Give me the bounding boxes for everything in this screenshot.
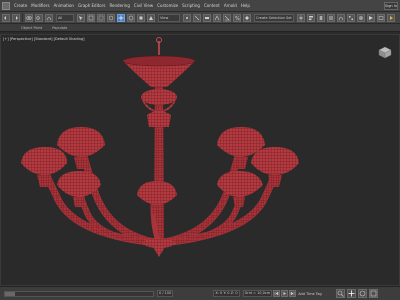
column-collar <box>147 111 171 127</box>
schematic-view-icon[interactable] <box>347 13 355 22</box>
selection-filter-dropdown[interactable]: All <box>56 13 74 22</box>
status-bar: 0 / 100 X: 0 Y: 0 Z: 0 Grid = 10,0cm Add… <box>0 286 400 300</box>
bottom-finial <box>153 247 165 257</box>
scale-tool-icon[interactable] <box>137 13 145 22</box>
snap-toggle-icon[interactable] <box>213 13 221 22</box>
top-funnel-rim <box>122 55 196 67</box>
pan-icon[interactable] <box>346 289 356 298</box>
ribbon-subtabs: Object Paint Populate <box>0 24 400 32</box>
time-slider-track[interactable] <box>4 290 154 297</box>
menu-item-customize[interactable]: Customize <box>155 3 180 8</box>
sign-in-button[interactable]: Sign In <box>384 2 398 10</box>
rendered-frame-window-icon[interactable] <box>377 13 385 22</box>
tab-populate[interactable]: Populate <box>47 26 72 30</box>
move-tool-icon[interactable] <box>117 13 125 22</box>
unlink-icon[interactable] <box>35 13 43 22</box>
bind-space-warp-icon[interactable] <box>45 13 53 22</box>
pivot-center-icon[interactable] <box>183 13 191 22</box>
frame-counter: 0 / 100 <box>157 290 174 297</box>
graphite-ribbon-icon[interactable] <box>327 13 335 22</box>
undo-icon[interactable] <box>2 13 10 22</box>
svg-text:%: % <box>235 16 240 21</box>
add-time-tag-button[interactable]: Add Time Tag <box>298 292 322 296</box>
select-manipulate-icon[interactable] <box>193 13 201 22</box>
reference-coordinate-dropdown[interactable]: View <box>158 13 180 22</box>
menu-item-help[interactable]: Help <box>239 3 252 8</box>
coordinate-readout[interactable]: X: 0 Y: 0 Z: 0 <box>213 290 240 297</box>
orbit-icon[interactable] <box>357 289 367 298</box>
curve-editor-icon[interactable] <box>337 13 345 22</box>
spinner-snap-icon[interactable] <box>243 13 251 22</box>
tab-object-paint[interactable]: Object Paint <box>16 26 47 30</box>
rectangular-selection-icon[interactable] <box>97 13 105 22</box>
column-bulb-upper <box>141 89 177 105</box>
menu-items: Create Modifiers Animation Graph Editors Ren… <box>12 3 252 8</box>
link-icon[interactable] <box>25 13 33 22</box>
maximize-viewport-icon[interactable] <box>368 289 378 298</box>
percent-snap-icon[interactable]: % <box>233 13 241 22</box>
menu-item-modifiers[interactable]: Modifiers <box>29 3 51 8</box>
goto-start-icon[interactable] <box>273 290 281 297</box>
time-slider-handle[interactable] <box>5 291 15 296</box>
menu-item-create[interactable]: Create <box>12 3 29 8</box>
rotate-tool-icon[interactable] <box>127 13 135 22</box>
redo-icon[interactable] <box>12 13 20 22</box>
menu-item-civil-view[interactable]: Civil View <box>132 3 155 8</box>
goto-end-icon[interactable] <box>289 290 297 297</box>
chandelier-model[interactable] <box>1 35 400 286</box>
main-toolbar: All View % Create Selection Set <box>0 12 400 24</box>
toolbar-divider <box>22 13 23 22</box>
zoom-icon[interactable] <box>335 289 345 298</box>
select-by-name-icon[interactable] <box>87 13 95 22</box>
keyboard-shortcut-override-icon[interactable] <box>203 13 211 22</box>
render-production-icon[interactable] <box>387 13 395 22</box>
grid-size-readout: Grid = 10,0cm <box>242 290 273 297</box>
window-crossing-icon[interactable] <box>107 13 115 22</box>
angle-snap-icon[interactable] <box>223 13 231 22</box>
menu-bar: Create Modifiers Animation Graph Editors Ren… <box>0 0 400 12</box>
menu-item-scripting[interactable]: Scripting <box>180 3 202 8</box>
bottom-hub <box>143 238 175 248</box>
mirror-icon[interactable] <box>297 13 305 22</box>
play-icon[interactable] <box>281 290 289 297</box>
perspective-viewport[interactable]: [+] [Perspective] [Standard] [Default Sh… <box>0 34 400 286</box>
select-object-icon[interactable] <box>77 13 85 22</box>
menu-item-animation[interactable]: Animation <box>52 3 76 8</box>
menu-item-rendering[interactable]: Rendering <box>107 3 131 8</box>
app-icon[interactable] <box>2 1 10 10</box>
place-tool-icon[interactable] <box>147 13 155 22</box>
render-setup-icon[interactable] <box>367 13 375 22</box>
material-editor-icon[interactable] <box>357 13 365 22</box>
menu-item-arnold[interactable]: Arnold <box>222 3 239 8</box>
menu-item-content[interactable]: Content <box>202 3 222 8</box>
named-selection-sets-dropdown[interactable]: Create Selection Set <box>254 13 294 22</box>
align-icon[interactable] <box>307 13 315 22</box>
layer-explorer-icon[interactable] <box>317 13 325 22</box>
menu-item-graph-editors[interactable]: Graph Editors <box>76 3 107 8</box>
